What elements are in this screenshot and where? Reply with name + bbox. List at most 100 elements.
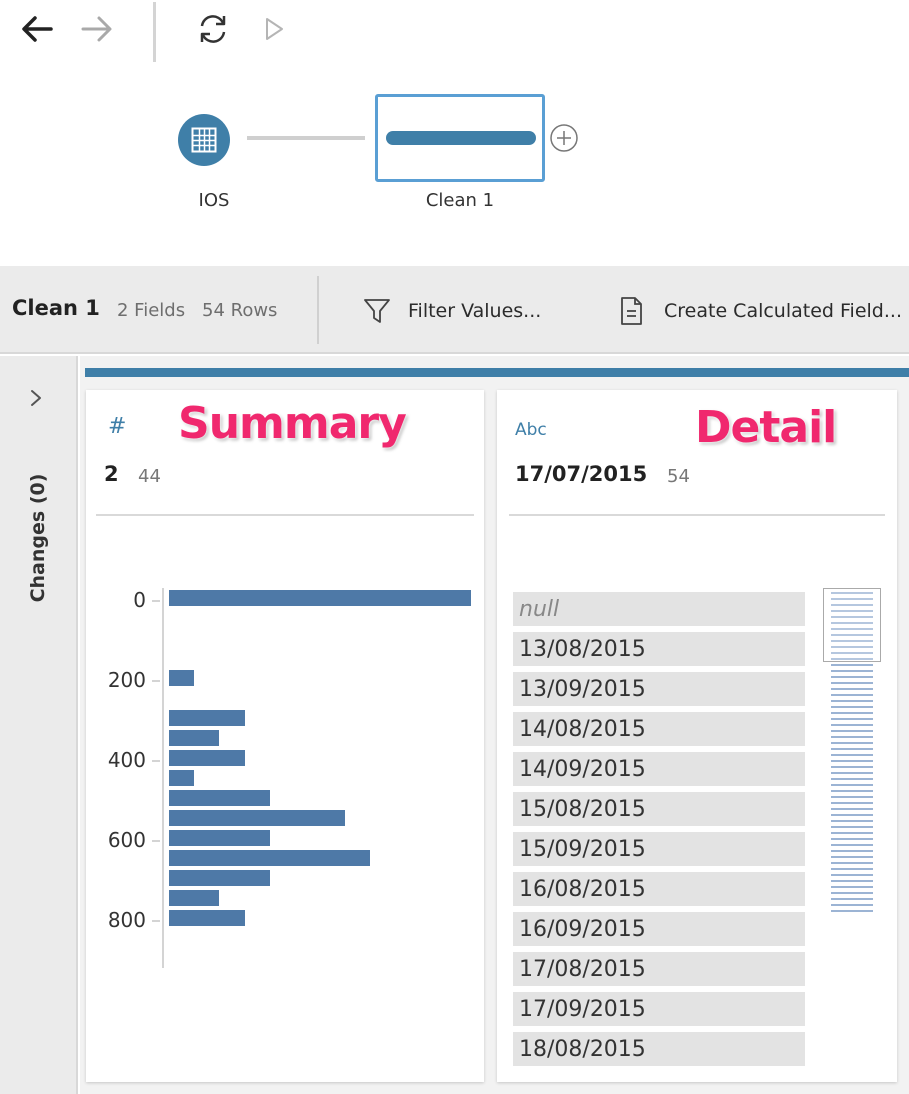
minimap-line [831,802,873,804]
histogram-bar[interactable] [169,850,370,866]
number-type-icon[interactable]: # [108,414,126,439]
minimap-line [831,832,873,834]
calculated-field-icon [621,297,642,325]
minimap-line [831,886,873,888]
value-row[interactable]: null [513,592,805,626]
arrow-left-icon [22,16,53,42]
minimap-line [831,730,873,732]
play-icon [266,18,283,40]
minimap-line [831,712,873,714]
minimap-line [831,766,873,768]
create-calculated-field-button[interactable]: Create Calculated Field... [616,294,902,328]
summary-annotation: Summary [178,398,407,449]
forward-button[interactable] [76,8,118,50]
minimap-line [831,808,873,810]
histogram-bar[interactable] [169,710,245,726]
changes-rail: Changes (0) [0,356,78,1094]
step-header: Clean 1 2 Fields 54 Rows Filter Values..… [0,266,909,354]
value-row[interactable]: 15/08/2015 [513,792,805,826]
histogram-bar[interactable] [169,830,270,846]
profile-accent-bar [85,368,909,377]
refresh-button[interactable] [192,8,234,50]
value-row[interactable]: 15/09/2015 [513,832,805,866]
minimap-line [831,790,873,792]
histogram-bar[interactable] [169,910,245,926]
field-count: 2 Fields [117,300,186,321]
filter-values-button[interactable]: Filter Values... [362,294,541,328]
field-name[interactable]: 2 [104,462,119,486]
histogram-tick [152,680,160,682]
histogram-bar[interactable] [169,890,219,906]
histogram-bar[interactable] [169,670,194,686]
value-row[interactable]: 13/09/2015 [513,672,805,706]
minimap-line [831,784,873,786]
create-calculated-field-label: Create Calculated Field... [664,300,902,322]
minimap-line [831,760,873,762]
histogram-bar[interactable] [169,750,245,766]
step-title: Clean 1 [12,296,100,320]
minimap-line [831,880,873,882]
minimap-line [831,892,873,894]
histogram-bar[interactable] [169,870,270,886]
value-row[interactable]: 17/09/2015 [513,992,805,1026]
minimap-line [831,724,873,726]
minimap-line [831,850,873,852]
minimap-viewport[interactable] [823,588,881,662]
minimap-line [831,826,873,828]
value-row[interactable]: 16/09/2015 [513,912,805,946]
histogram-bar[interactable] [169,730,219,746]
value-row[interactable]: 16/08/2015 [513,872,805,906]
value-row[interactable]: 14/08/2015 [513,712,805,746]
value-minimap[interactable] [823,588,881,918]
toolbar-divider [153,2,156,62]
flow-canvas: IOS Clean 1 [0,62,909,266]
minimap-line [831,748,873,750]
profile-card-detail[interactable]: Abc 17/07/2015 54 Detail null 13/08/2015 1… [497,390,897,1082]
expand-changes-button[interactable] [22,384,50,412]
row-count: 54 Rows [202,300,278,321]
string-type-icon[interactable]: Abc [515,420,547,440]
minimap-line [831,718,873,720]
value-row[interactable]: 13/08/2015 [513,632,805,666]
run-button[interactable] [252,8,294,50]
add-step-button[interactable] [549,123,579,153]
minimap-line [831,676,873,678]
profile-card-summary[interactable]: # 2 44 Summary 0 200 400 600 800 [86,390,484,1082]
histogram-tick-label: 800 [107,908,146,932]
arrow-right-icon [81,16,112,42]
value-row[interactable]: 18/08/2015 [513,1032,805,1066]
minimap-line [831,778,873,780]
input-node-ios[interactable] [178,114,230,166]
minimap-line [831,862,873,864]
histogram-bar[interactable] [169,590,471,606]
step-header-divider [317,276,319,344]
histogram-bar[interactable] [169,790,270,806]
histogram-tick [152,600,160,602]
table-icon [191,127,217,153]
minimap-line [831,772,873,774]
minimap-line [831,682,873,684]
minimap-line [831,874,873,876]
card-divider [96,514,474,516]
histogram-tick [152,840,160,842]
minimap-line [831,904,873,906]
filter-values-label: Filter Values... [408,300,542,322]
back-button[interactable] [16,8,58,50]
histogram-bar[interactable] [169,810,345,826]
minimap-line [831,838,873,840]
minimap-line [831,664,873,666]
toolbar [0,0,909,62]
value-row[interactable]: 17/08/2015 [513,952,805,986]
minimap-line [831,670,873,672]
clean-step-node[interactable] [375,94,545,182]
card-divider [509,514,885,516]
histogram-bar[interactable] [169,770,194,786]
field-name[interactable]: 17/07/2015 [515,462,647,486]
minimap-line [831,910,873,912]
value-row[interactable]: 14/09/2015 [513,752,805,786]
minimap-line [831,754,873,756]
changes-tab[interactable]: Changes (0) [27,474,49,603]
minimap-line [831,796,873,798]
minimap-line [831,820,873,822]
clean-step-bar [386,131,536,145]
